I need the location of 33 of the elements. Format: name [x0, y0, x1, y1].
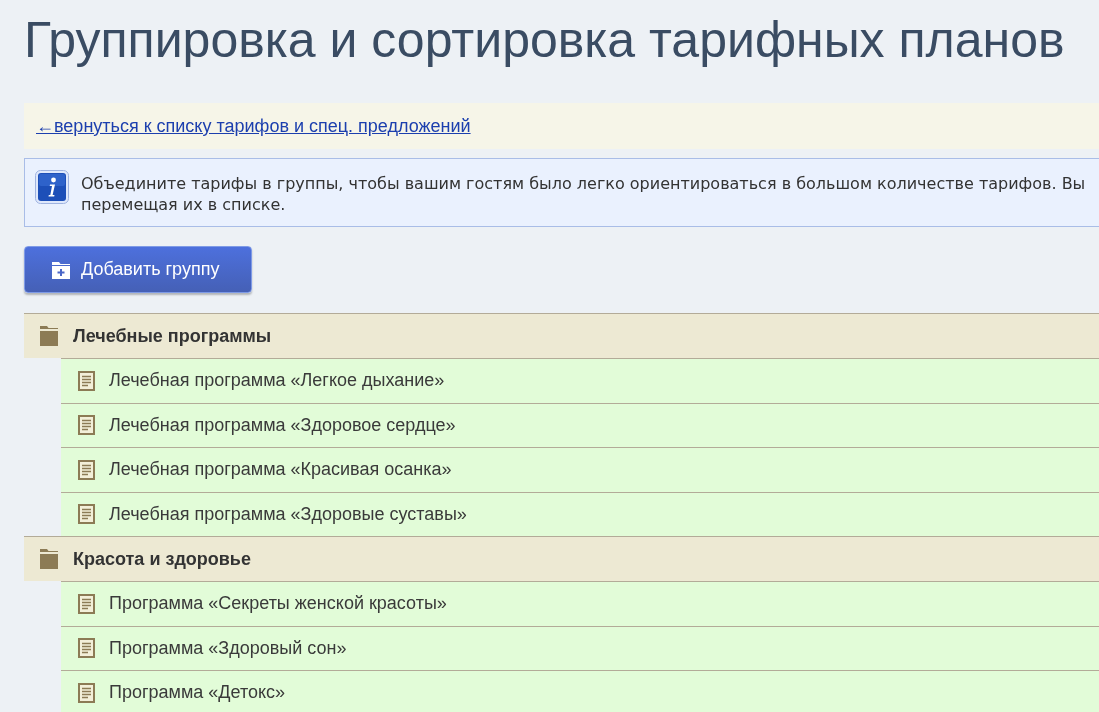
info-text: Объедините тарифы в группы, чтобы вашим гостям было легко ориентироваться в большом количестве тарифов. Вы перемещая их в списке. [81, 173, 1086, 215]
document-icon [78, 459, 95, 480]
tariff-row[interactable]: Программа «Секреты женской красоты» [61, 581, 1099, 626]
folder-icon [40, 549, 58, 569]
document-icon [78, 593, 95, 614]
add-group-button[interactable]: Добавить группу [24, 246, 252, 293]
document-icon [78, 370, 95, 391]
folder-icon [40, 326, 58, 346]
document-icon [78, 638, 95, 659]
group-row[interactable]: Лечебные программы [24, 313, 1099, 358]
tariff-row[interactable]: Лечебная программа «Легкое дыхание» [61, 358, 1099, 403]
group-title: Красота и здоровье [73, 547, 251, 571]
tariff-title: Лечебная программа «Здоровые суставы» [109, 502, 467, 526]
document-icon [78, 682, 95, 703]
tariff-row[interactable]: Лечебная программа «Здоровое сердце» [61, 402, 1099, 447]
document-icon [78, 504, 95, 525]
group-title: Лечебные программы [73, 324, 272, 348]
tariff-title: Программа «Здоровый сон» [109, 636, 347, 660]
document-icon [78, 415, 95, 436]
tariff-title: Лечебная программа «Красивая осанка» [109, 458, 452, 482]
tariff-title: Лечебная программа «Здоровое сердце» [109, 413, 456, 437]
back-link[interactable]: ←вернуться к списку тарифов и спец. предложений [36, 112, 471, 140]
tariff-row[interactable]: Программа «Детокс» [61, 670, 1099, 712]
page-title: Группировка и сортировка тарифных планов [24, 11, 1065, 70]
tariff-title: Программа «Детокс» [109, 681, 286, 705]
tariff-row[interactable]: Лечебная программа «Красивая осанка» [61, 447, 1099, 492]
tariff-title: Лечебная программа «Легкое дыхание» [109, 369, 445, 393]
tariff-row[interactable]: Программа «Здоровый сон» [61, 625, 1099, 670]
info-icon [35, 170, 69, 204]
tariff-title: Программа «Секреты женской красоты» [109, 592, 447, 616]
folder-plus-icon [52, 260, 70, 279]
group-row[interactable]: Красота и здоровье [24, 536, 1099, 581]
tariff-row[interactable]: Лечебная программа «Здоровые суставы» [61, 491, 1099, 536]
